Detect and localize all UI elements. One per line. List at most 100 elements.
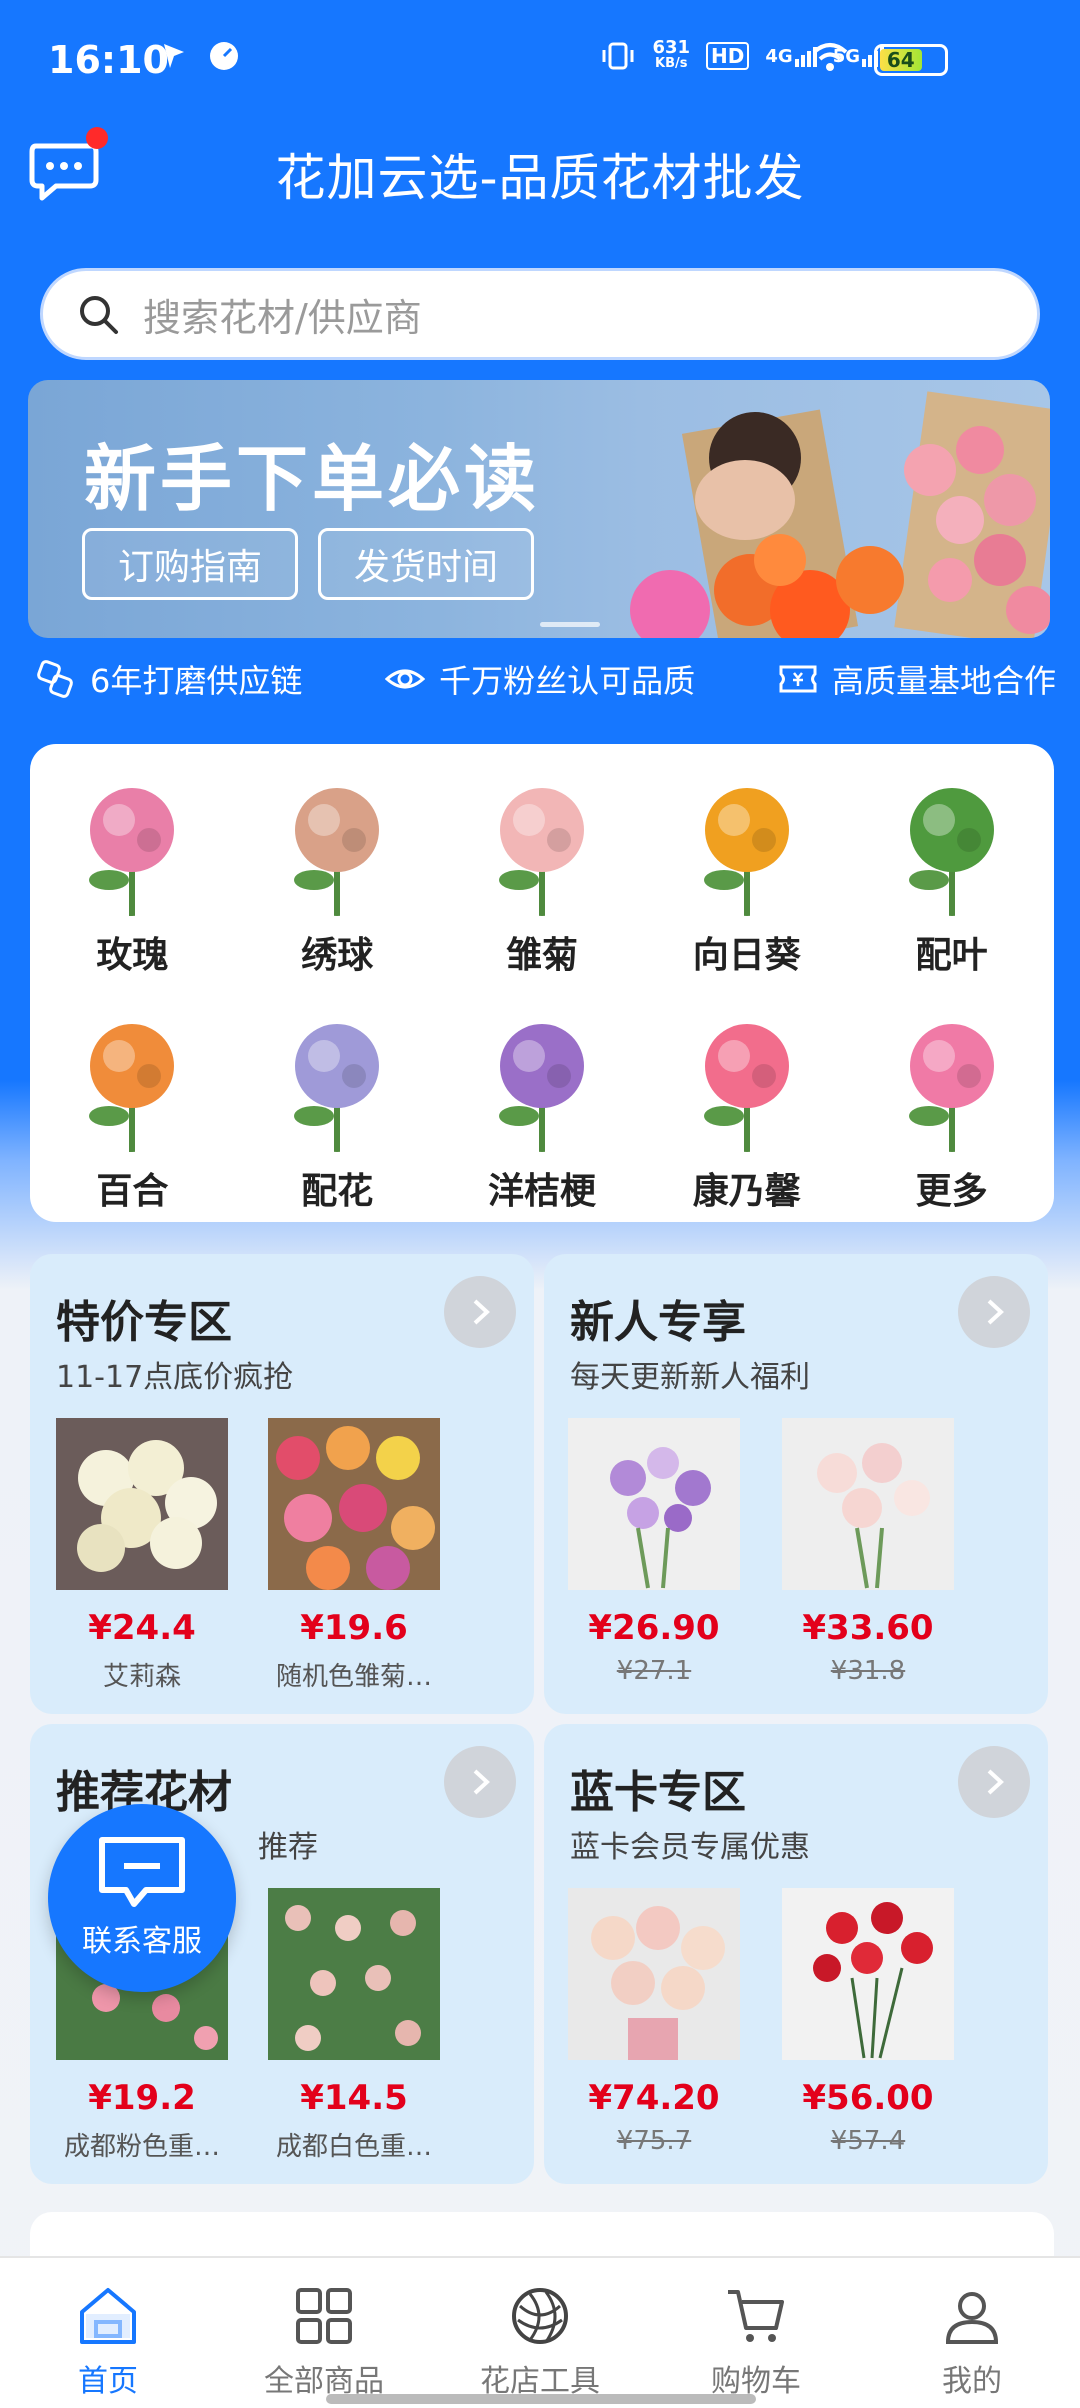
search-input[interactable]: 搜索花材/供应商 (40, 268, 1040, 360)
product-card[interactable]: ¥26.90 ¥27.1 (568, 1418, 740, 1686)
chat-bubble-icon (99, 1837, 185, 1907)
category-card: 玫瑰 绣球 雏菊 向日葵 配叶百合 配花 洋桔梗 康乃馨 更多 (30, 744, 1054, 1222)
category-image (264, 1006, 411, 1152)
category-item[interactable]: 洋桔梗 (440, 1006, 645, 1214)
product-price: ¥14.5 (300, 2078, 408, 2118)
category-item[interactable]: 配花 (235, 1006, 440, 1214)
link-icon (37, 660, 73, 698)
category-image (59, 1006, 206, 1152)
category-item[interactable]: 更多 (849, 1006, 1054, 1214)
feature-supply-chain: 6年打磨供应链 (36, 656, 302, 702)
tab-cart[interactable]: 购物车 (648, 2258, 864, 2408)
tab-florist-tools[interactable]: 花店工具 (432, 2258, 648, 2408)
product-price: ¥19.6 (300, 1608, 408, 1648)
category-item[interactable]: 康乃馨 (644, 1006, 849, 1214)
app-notification-icon (164, 44, 184, 68)
category-item[interactable]: 配叶 (849, 770, 1054, 978)
category-item[interactable]: 向日葵 (644, 770, 849, 978)
chevron-right-icon[interactable] (444, 1276, 516, 1348)
product-name: 成都白色重… (275, 2132, 432, 2162)
product-name: 艾莉森 (102, 1662, 181, 1692)
ticket-icon (779, 665, 817, 693)
yarn-icon (512, 2288, 568, 2344)
promo-subtitle: 每天更新新人福利 (570, 1360, 810, 1395)
product-image (782, 1418, 954, 1590)
product-name: 随机色雏菊… (275, 1662, 432, 1692)
product-card[interactable]: ¥14.5 成都白色重… (268, 1888, 440, 2163)
category-image (59, 770, 206, 916)
promo-new-user[interactable]: 新人专享 每天更新新人福利 ¥26.90 ¥27.1 ¥33.60 ¥31.8 (544, 1254, 1048, 1714)
product-price: ¥56.00 (802, 2078, 934, 2118)
promo-title: 特价专区 (56, 1297, 232, 1348)
net-speed: 631 KB/s (652, 39, 690, 72)
category-image (673, 1006, 820, 1152)
chevron-right-icon[interactable] (444, 1746, 516, 1818)
signal-4g: 4G (765, 45, 817, 67)
product-price: ¥74.20 (588, 2078, 720, 2118)
category-item[interactable]: 雏菊 (440, 770, 645, 978)
promo-subtitle: 推荐 (258, 1830, 318, 1865)
feature-fans: 千万粉丝认可品质 (385, 656, 695, 702)
customer-service-button[interactable]: 联系客服 (48, 1804, 236, 1992)
chevron-right-icon[interactable] (958, 1746, 1030, 1818)
net-speed-unit: KB/s (655, 56, 688, 71)
product-image (782, 1888, 954, 2060)
status-bar: 16:10 631 KB/s HD 4G 5G 64 (0, 0, 1080, 120)
category-item[interactable]: 玫瑰 (30, 770, 235, 978)
category-label: 向日葵 (692, 935, 801, 976)
chevron-right-icon[interactable] (958, 1276, 1030, 1348)
grid-icon (296, 2288, 352, 2344)
product-card[interactable]: ¥19.6 随机色雏菊… (268, 1418, 440, 1693)
status-notification-icons (158, 40, 240, 72)
category-label: 康乃馨 (692, 1171, 801, 1212)
product-image (56, 1418, 228, 1590)
feature-row: 6年打磨供应链 千万粉丝认可品质 高质量基地合作 (36, 656, 1056, 702)
product-original-price: ¥57.4 (830, 2126, 906, 2156)
cart-icon (728, 2290, 784, 2342)
category-item[interactable]: 绣球 (235, 770, 440, 978)
product-price: ¥19.2 (88, 2078, 196, 2118)
category-image (878, 1006, 1025, 1152)
product-original-price: ¥27.1 (616, 1656, 692, 1686)
home-indicator (326, 2394, 756, 2404)
promo-title: 新人专享 (570, 1297, 746, 1348)
signal-4g-label: 4G (765, 45, 793, 67)
promo-special[interactable]: 特价专区 11-17点底价疯抢 ¥24.4 艾莉森 ¥19.6 随机色雏菊… (30, 1254, 534, 1714)
tab-home[interactable]: 首页 (0, 2258, 216, 2408)
search-placeholder: 搜索花材/供应商 (143, 295, 422, 340)
page-title: 花加云选-品质花材批发 (275, 149, 805, 207)
product-card[interactable]: ¥33.60 ¥31.8 (782, 1418, 954, 1686)
category-label: 配叶 (915, 935, 988, 976)
tab-me[interactable]: 我的 (864, 2258, 1080, 2408)
tab-all-products[interactable]: 全部商品 (216, 2258, 432, 2408)
category-label: 玫瑰 (96, 935, 169, 976)
category-label: 百合 (96, 1171, 169, 1212)
category-item[interactable]: 百合 (30, 1006, 235, 1214)
product-card[interactable]: ¥74.20 ¥75.7 (568, 1888, 740, 2156)
promo-subtitle: 蓝卡会员专属优惠 (570, 1830, 810, 1865)
eye-icon (385, 669, 426, 689)
promo-title: 蓝卡专区 (570, 1767, 746, 1818)
flower-bouquet-image (630, 391, 1050, 638)
product-card[interactable]: ¥56.00 ¥57.4 (782, 1888, 954, 2156)
feature-label: 高质量基地合作 (831, 662, 1056, 700)
shipping-time-button[interactable]: 发货时间 (318, 528, 534, 600)
gauge-icon (210, 42, 238, 70)
banner-indicator (540, 622, 600, 627)
banner-title: 新手下单必读 (84, 437, 541, 521)
status-time: 16:10 (48, 38, 169, 82)
bottom-tab-bar: 首页 全部商品 花店工具 购物车 我的 (0, 2256, 1080, 2408)
category-label: 绣球 (301, 935, 374, 976)
product-card[interactable]: ¥24.4 艾莉森 (56, 1418, 228, 1693)
category-image (468, 770, 615, 916)
product-price: ¥24.4 (88, 1608, 196, 1648)
tab-label: 首页 (78, 2364, 138, 2399)
user-icon (945, 2292, 999, 2344)
promo-blue-card[interactable]: 蓝卡专区 蓝卡会员专属优惠 ¥74.20 ¥75.7 ¥56.00 ¥57.4 (544, 1724, 1048, 2184)
category-label: 配花 (301, 1171, 374, 1212)
order-guide-button[interactable]: 订购指南 (82, 528, 298, 600)
banner[interactable]: 新手下单必读 订购指南 发货时间 (28, 380, 1050, 638)
product-name: 成都粉色重… (63, 2132, 220, 2162)
category-image (468, 1006, 615, 1152)
feature-label: 千万粉丝认可品质 (439, 662, 696, 700)
